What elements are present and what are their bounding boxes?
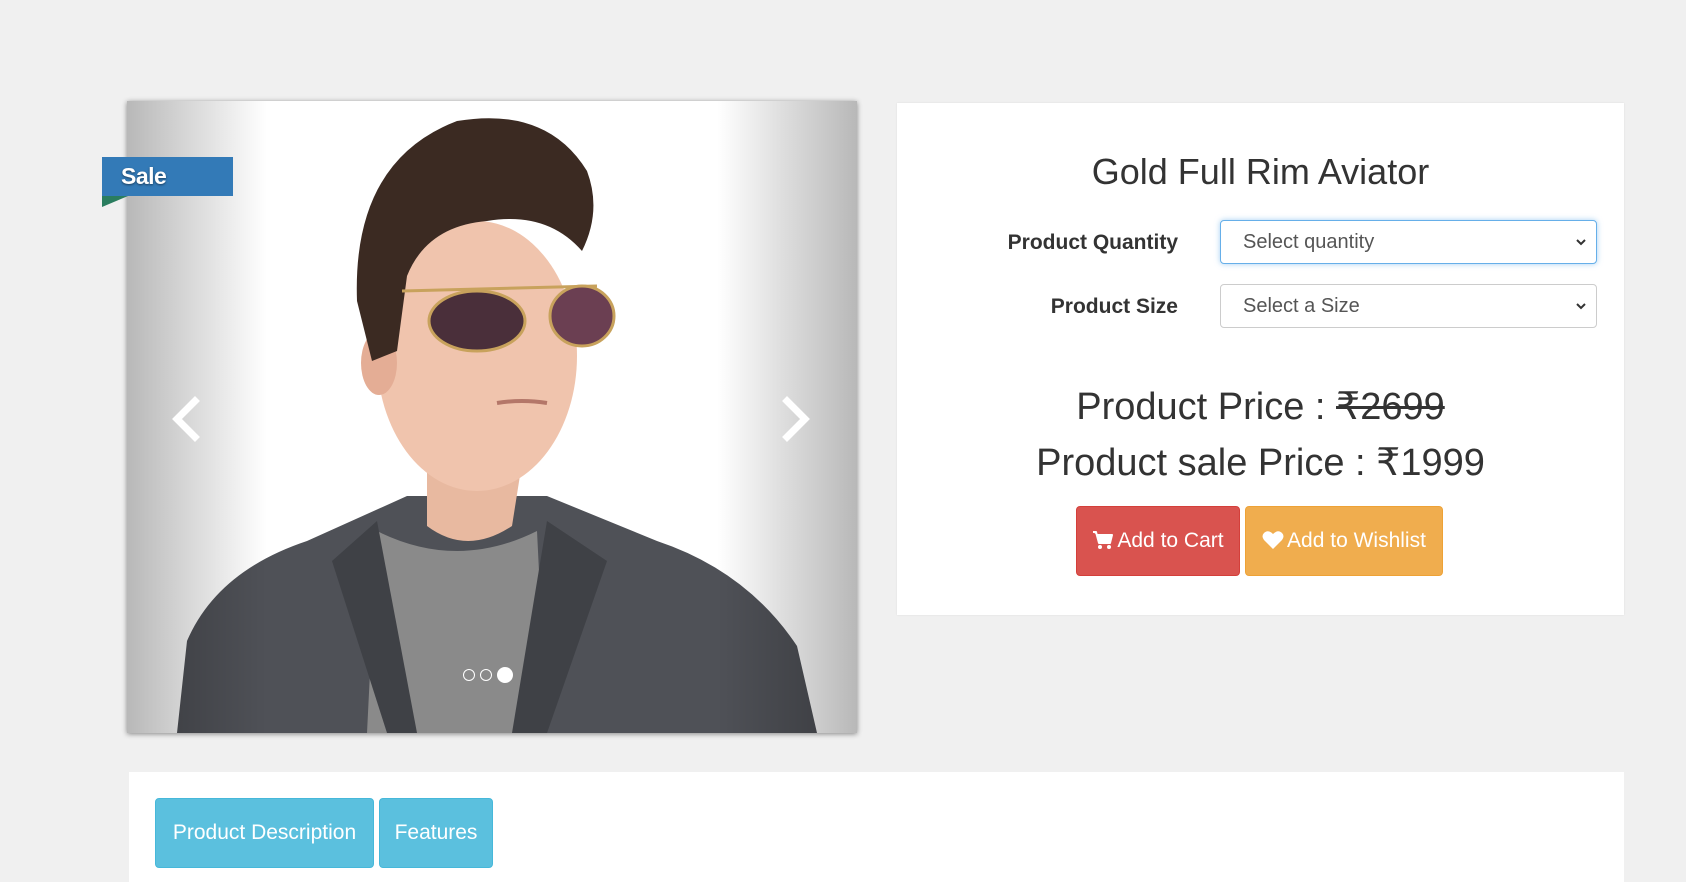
price-label: Product Price : bbox=[1076, 386, 1337, 428]
chevron-down-icon bbox=[1576, 303, 1586, 310]
size-select[interactable]: Select a Size bbox=[1220, 284, 1597, 328]
sale-price-label: Product sale Price : bbox=[1036, 442, 1377, 484]
add-to-wishlist-label: Add to Wishlist bbox=[1287, 529, 1426, 552]
size-label: Product Size bbox=[1050, 295, 1178, 318]
size-select-value: Select a Size bbox=[1243, 295, 1360, 317]
carousel-indicator-2[interactable] bbox=[480, 669, 492, 681]
tab-features[interactable]: Features bbox=[379, 798, 493, 868]
carousel-next-button[interactable] bbox=[767, 389, 827, 449]
chevron-right-icon bbox=[782, 396, 810, 442]
shopping-cart-icon bbox=[1093, 531, 1114, 549]
heart-icon bbox=[1262, 531, 1284, 549]
carousel-indicator-1[interactable] bbox=[463, 669, 475, 681]
quantity-select-value: Select quantity bbox=[1243, 231, 1375, 253]
product-image-carousel[interactable] bbox=[127, 101, 857, 733]
tab-product-description[interactable]: Product Description bbox=[155, 798, 374, 868]
chevron-down-icon bbox=[1576, 239, 1586, 246]
original-price: ₹2699 bbox=[1336, 386, 1445, 428]
sale-badge: Sale bbox=[102, 157, 233, 196]
product-tabs-panel: Product Description Features bbox=[129, 772, 1624, 882]
chevron-left-icon bbox=[172, 396, 200, 442]
sale-price: ₹1999 bbox=[1376, 442, 1485, 484]
quantity-select[interactable]: Select quantity bbox=[1220, 220, 1597, 264]
add-to-cart-label: Add to Cart bbox=[1117, 529, 1224, 552]
quantity-label: Product Quantity bbox=[1007, 231, 1178, 254]
sale-price-line: Product sale Price : ₹1999 bbox=[897, 440, 1624, 485]
product-title: Gold Full Rim Aviator bbox=[1091, 151, 1430, 192]
product-price-line: Product Price : ₹2699 bbox=[897, 384, 1624, 429]
sale-badge-fold bbox=[102, 196, 128, 207]
carousel-indicators bbox=[463, 667, 513, 683]
carousel-indicator-3[interactable] bbox=[497, 667, 513, 683]
carousel-prev-button[interactable] bbox=[155, 389, 215, 449]
add-to-cart-button[interactable]: Add to Cart bbox=[1076, 506, 1240, 576]
product-info-panel: Gold Full Rim Aviator Product Quantity S… bbox=[897, 103, 1624, 615]
add-to-wishlist-button[interactable]: Add to Wishlist bbox=[1245, 506, 1443, 576]
